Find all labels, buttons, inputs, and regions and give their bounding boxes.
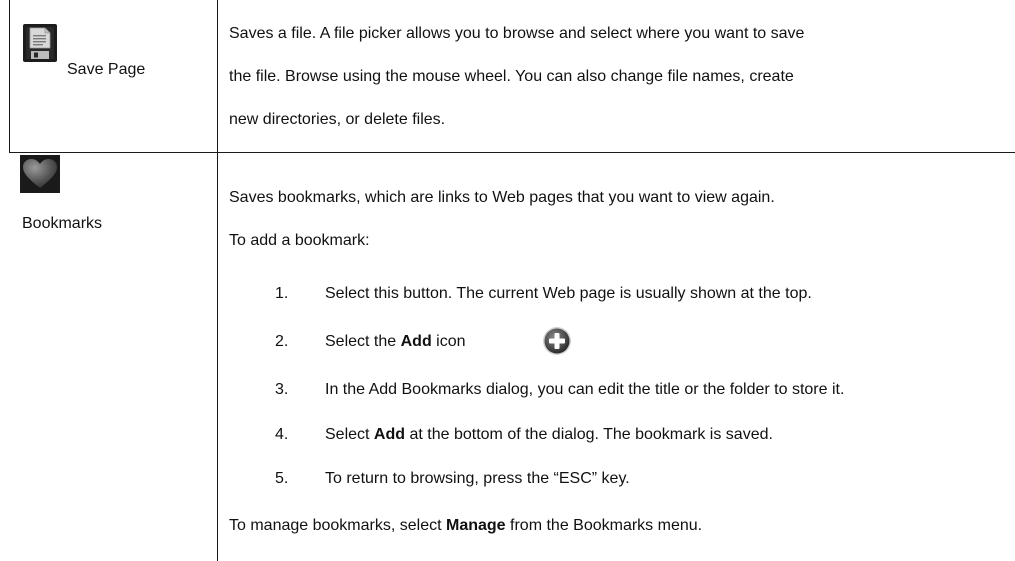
bookmarks-intro: Saves bookmarks, which are links to Web … (229, 189, 775, 206)
step-5-text: To return to browsing, press the “ESC” k… (325, 470, 630, 487)
save-description-line-2: the file. Browse using the mouse wheel. … (229, 68, 794, 85)
step-3-text: In the Add Bookmarks dialog, you can edi… (325, 381, 845, 398)
row-divider (9, 152, 1015, 153)
save-description-line-1: Saves a file. A file picker allows you t… (229, 25, 805, 42)
save-page-label: Save Page (67, 61, 146, 78)
save-description-line-3: new directories, or delete files. (229, 111, 446, 128)
step-2-text: Select the Add icon (325, 333, 466, 350)
feature-table: Save Page Saves a file. A file picker al… (0, 0, 1015, 561)
heart-icon (20, 155, 60, 193)
step-4-number: 4. (275, 426, 289, 443)
bookmarks-label: Bookmarks (22, 215, 103, 232)
step-1-number: 1. (275, 285, 289, 302)
step-3-number: 3. (275, 381, 289, 398)
add-plus-icon (543, 327, 571, 355)
step-5-number: 5. (275, 470, 289, 487)
manage-bookmarks-text: To manage bookmarks, select Manage from … (229, 517, 703, 534)
table-left-border (9, 0, 10, 153)
step-2-number: 2. (275, 333, 289, 350)
floppy-disk-icon (23, 24, 57, 62)
step-1-text: Select this button. The current Web page… (325, 285, 812, 302)
column-divider (217, 0, 218, 561)
step-4-text: Select Add at the bottom of the dialog. … (325, 426, 773, 443)
add-bookmark-heading: To add a bookmark: (229, 232, 370, 249)
